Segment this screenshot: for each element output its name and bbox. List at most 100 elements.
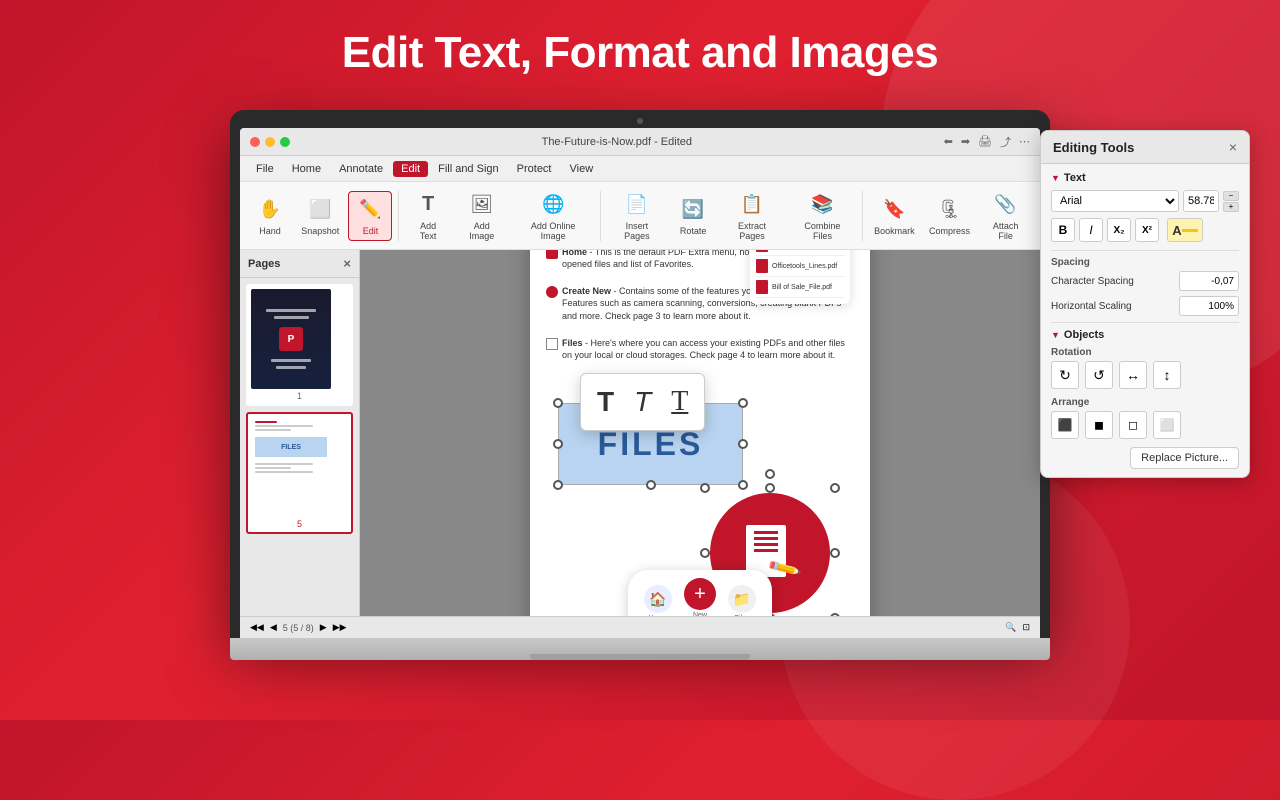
nav-first-btn[interactable]: ◀◀ xyxy=(250,622,264,633)
tool-combine[interactable]: 📚 Combine Files xyxy=(789,187,856,245)
menu-bar: File Home Annotate Edit Fill and Sign Pr… xyxy=(240,156,1040,182)
menu-view[interactable]: View xyxy=(562,161,602,177)
toolbar-sep-3 xyxy=(862,191,863,241)
char-spacing-input[interactable] xyxy=(1179,271,1239,291)
tool-bookmark[interactable]: 🔖 Bookmark xyxy=(869,192,920,240)
img-handle-br[interactable] xyxy=(830,613,840,616)
tl-line xyxy=(255,429,291,431)
tool-hand[interactable]: ✋ Hand xyxy=(248,192,292,240)
rotate-ccw-button[interactable]: ↺ xyxy=(1085,361,1113,389)
laptop-camera xyxy=(637,118,643,124)
zoom-btn[interactable]: 🔍 xyxy=(1005,622,1016,633)
font-option-serif[interactable]: T xyxy=(597,386,614,418)
font-select[interactable]: Arial Times New Roman Helvetica xyxy=(1051,190,1179,212)
menu-file[interactable]: File xyxy=(248,161,282,177)
extract-icon: 📋 xyxy=(738,191,766,219)
font-size-input[interactable] xyxy=(1183,190,1219,212)
nav-controls: ◀◀ ◀ 5 (5 / 8) ▶ ▶▶ xyxy=(250,622,347,633)
tool-rotate[interactable]: 🔄 Rotate xyxy=(671,192,715,240)
page-thumb-5[interactable]: FILES 5 xyxy=(246,412,353,534)
arrange-forward-button[interactable]: ◻ xyxy=(1119,411,1147,439)
rotation-row: ↻ ↺ ↔ ↕ xyxy=(1051,361,1239,389)
tool-edit[interactable]: ✏️ Edit xyxy=(348,191,392,241)
superscript-button[interactable]: X² xyxy=(1135,218,1159,242)
img-handle-tr[interactable] xyxy=(830,483,840,493)
img-handle-r[interactable] xyxy=(830,548,840,558)
font-popup: T T T xyxy=(580,373,705,431)
tool-snapshot[interactable]: ⬜ Snapshot xyxy=(296,192,344,240)
pages-scroll[interactable]: P 1 xyxy=(240,278,359,616)
doc-files-section: Files - Here's where you can access your… xyxy=(546,337,854,368)
horiz-scaling-input[interactable] xyxy=(1179,296,1239,316)
selection-handle-ml[interactable] xyxy=(553,439,563,449)
objects-section-header[interactable]: ▼ Objects xyxy=(1051,329,1239,341)
nav-prev-btn[interactable]: ◀ xyxy=(270,622,277,633)
tool-attach[interactable]: 📎 Attach File xyxy=(979,187,1032,245)
menu-edit[interactable]: Edit xyxy=(393,161,428,177)
edit-icon: ✏️ xyxy=(356,196,384,224)
tool-insert-pages[interactable]: 📄 Insert Pages xyxy=(607,187,667,245)
nb-line-1 xyxy=(754,531,778,534)
nav-next-btn[interactable]: ▶ xyxy=(320,622,327,633)
rotate-handle[interactable] xyxy=(765,469,775,479)
img-handle-t[interactable] xyxy=(765,483,775,493)
maximize-button[interactable] xyxy=(280,137,290,147)
replace-picture-button[interactable]: Replace Picture... xyxy=(1130,447,1239,469)
laptop-screen: The-Future-is-Now.pdf - Edited ⬅ ➡ 🖨 ⤴ ⋯… xyxy=(240,128,1040,638)
highlight-button[interactable]: A xyxy=(1167,218,1203,242)
arrange-back-button[interactable]: ⬛ xyxy=(1051,411,1079,439)
arrange-front-button[interactable]: ⬜ xyxy=(1153,411,1181,439)
page-thumb-1[interactable]: P 1 xyxy=(246,284,353,406)
font-size-increase[interactable]: + xyxy=(1223,202,1239,212)
rotate-cw-button[interactable]: ↻ xyxy=(1051,361,1079,389)
menu-protect[interactable]: Protect xyxy=(509,161,560,177)
close-button[interactable] xyxy=(250,137,260,147)
menu-home[interactable]: Home xyxy=(284,161,329,177)
minimize-button[interactable] xyxy=(265,137,275,147)
file-item-3[interactable]: Bill of Sale_File.pdf xyxy=(756,277,844,298)
tool-compress[interactable]: 🗜 Compress xyxy=(924,192,975,240)
menu-fill-sign[interactable]: Fill and Sign xyxy=(430,161,507,177)
bold-button[interactable]: B xyxy=(1051,218,1075,242)
editing-tools-header: Editing Tools × xyxy=(1041,131,1249,164)
attach-icon: 📎 xyxy=(992,191,1020,219)
selection-handle-bm[interactable] xyxy=(646,480,656,490)
font-option-underline[interactable]: T xyxy=(671,386,688,418)
selection-handle-tr[interactable] xyxy=(738,398,748,408)
tool-online-image[interactable]: 🌐 Add Online Image xyxy=(513,187,594,245)
nav-files[interactable]: 📁 Files xyxy=(728,585,756,616)
italic-button[interactable]: I xyxy=(1079,218,1103,242)
font-size-decrease[interactable]: − xyxy=(1223,191,1239,201)
img-handle-tl[interactable] xyxy=(700,483,710,493)
arrange-backward-button[interactable]: ◼ xyxy=(1085,411,1113,439)
combine-icon: 📚 xyxy=(808,191,836,219)
subscript-button[interactable]: X₂ xyxy=(1107,218,1131,242)
img-handle-l[interactable] xyxy=(700,548,710,558)
text-section-header[interactable]: ▼ Text xyxy=(1051,172,1239,184)
flip-v-button[interactable]: ↕ xyxy=(1153,361,1181,389)
nav-new[interactable]: + New xyxy=(684,578,716,616)
tool-extract[interactable]: 📋 Extract Pages xyxy=(719,187,785,245)
section-divider-2 xyxy=(1051,322,1239,323)
fit-btn[interactable]: ⊡ xyxy=(1022,622,1030,633)
tool-add-text[interactable]: T Add Text xyxy=(405,187,450,245)
thumb-files-box: FILES xyxy=(255,437,327,457)
selection-handle-tl[interactable] xyxy=(553,398,563,408)
nav-files-icon-bg: 📁 xyxy=(728,585,756,613)
flip-h-button[interactable]: ↔ xyxy=(1119,361,1147,389)
nav-home[interactable]: 🏠 Home xyxy=(644,585,672,616)
window-title: The-Future-is-Now.pdf - Edited xyxy=(290,136,944,148)
nb-line-4 xyxy=(754,549,778,552)
selection-handle-mr[interactable] xyxy=(738,439,748,449)
menu-annotate[interactable]: Annotate xyxy=(331,161,391,177)
selection-handle-bl[interactable] xyxy=(553,480,563,490)
tool-bookmark-label: Bookmark xyxy=(874,226,915,236)
editing-tools-close[interactable]: × xyxy=(1229,139,1237,155)
nav-last-btn[interactable]: ▶▶ xyxy=(333,622,347,633)
font-option-italic[interactable]: T xyxy=(634,386,651,418)
app-window: The-Future-is-Now.pdf - Edited ⬅ ➡ 🖨 ⤴ ⋯… xyxy=(240,128,1040,638)
file-item-2[interactable]: Officetools_Lines.pdf xyxy=(756,256,844,277)
tool-add-image[interactable]: 🖼 Add Image xyxy=(455,187,509,245)
pages-panel-close[interactable]: × xyxy=(343,256,351,271)
tl-line xyxy=(255,463,313,465)
